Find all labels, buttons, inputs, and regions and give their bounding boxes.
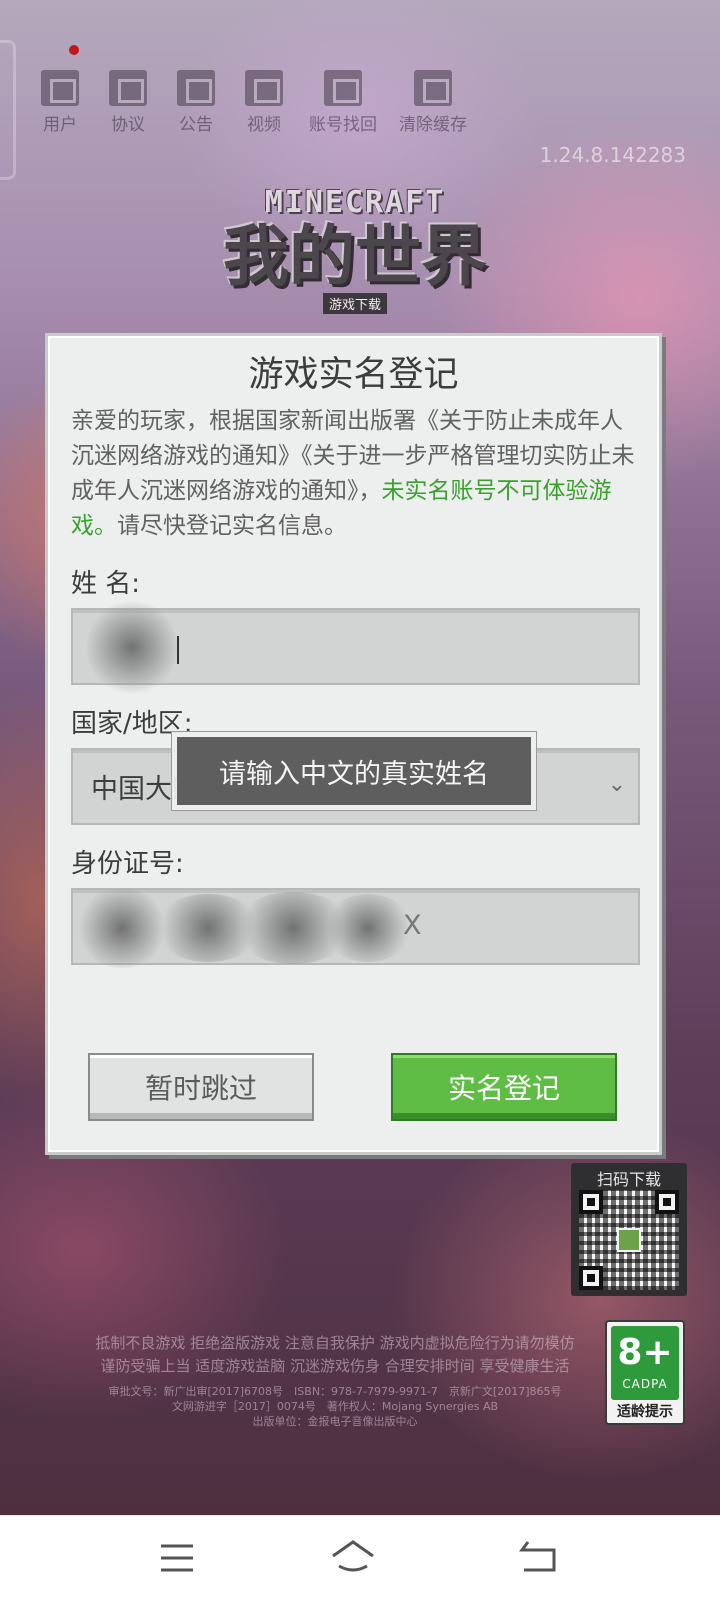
qr-code-image bbox=[579, 1190, 679, 1290]
age-org: CADPA bbox=[622, 1377, 668, 1391]
home-button[interactable] bbox=[328, 1536, 378, 1580]
top-menu-label: 用户 bbox=[43, 115, 77, 135]
age-rating-badge[interactable]: 8+ CADPA 适龄提示 bbox=[605, 1320, 685, 1425]
footer-line: 谨防受骗上当 适度游戏益脑 沉迷游戏伤身 合理安排时间 享受健康生活 bbox=[100, 1357, 570, 1375]
top-menu-user[interactable]: 用户 bbox=[28, 70, 92, 135]
announcement-icon bbox=[177, 70, 215, 106]
top-menu-announcement[interactable]: 公告 bbox=[164, 70, 228, 135]
id-number-input[interactable]: X bbox=[71, 888, 640, 968]
age-rating-panel: 8+ CADPA bbox=[611, 1326, 679, 1400]
system-navigation-bar bbox=[0, 1515, 720, 1600]
toast-text: 请输入中文的真实姓名 bbox=[177, 737, 531, 805]
top-menu-label: 协议 bbox=[111, 115, 145, 135]
top-menu-agreement[interactable]: 协议 bbox=[96, 70, 160, 135]
back-icon bbox=[519, 1541, 556, 1572]
name-label: 姓 名: bbox=[71, 569, 141, 599]
qr-title: 扫码下载 bbox=[596, 1170, 661, 1189]
footer-small-line: 审批文号：新广出审[2017]6708号 ISBN：978-7-7979-997… bbox=[108, 1385, 562, 1398]
side-frame-decoration bbox=[0, 40, 16, 180]
game-logo: MINECRAFT 我的世界 游戏下载 bbox=[200, 185, 510, 335]
qr-finder-pattern bbox=[655, 1190, 679, 1214]
user-icon bbox=[41, 70, 79, 106]
top-menu-label: 账号找回 bbox=[309, 115, 377, 135]
logo-title: 我的世界 bbox=[223, 218, 487, 295]
footer-small-line: 出版单位：金报电子音像出版中心 bbox=[252, 1415, 418, 1428]
dialog-notice: 亲爱的玩家，根据国家新闻出版署《关于防止未成年人沉迷网络游戏的通知》《关于进一步… bbox=[71, 404, 639, 544]
logo-subtitle: 游戏下载 bbox=[322, 293, 387, 314]
top-menu: 用户 协议 公告 视频 账号找回 清除缓存 bbox=[28, 70, 480, 135]
agreement-icon bbox=[109, 70, 147, 106]
top-menu-label: 清除缓存 bbox=[399, 115, 467, 135]
back-button[interactable] bbox=[512, 1536, 562, 1580]
name-input[interactable] bbox=[71, 600, 640, 695]
register-button[interactable]: 实名登记 bbox=[391, 1053, 617, 1121]
notice-text-end: 请尽快登记实名信息。 bbox=[117, 513, 347, 539]
qr-finder-pattern bbox=[579, 1266, 603, 1290]
dialog-title: 游戏实名登记 bbox=[248, 355, 459, 395]
qr-center-logo bbox=[617, 1228, 641, 1252]
top-menu-video[interactable]: 视频 bbox=[232, 70, 296, 135]
toast-message: 请输入中文的真实姓名 bbox=[171, 731, 537, 811]
qr-download-box[interactable]: 扫码下载 bbox=[571, 1163, 687, 1296]
home-icon bbox=[332, 1540, 374, 1572]
legal-footer: 抵制不良游戏 拒绝盗版游戏 注意自我保护 游戏内虚拟危险行为请勿模仿 谨防受骗上… bbox=[60, 1332, 610, 1429]
top-menu-label: 视频 bbox=[247, 115, 281, 135]
age-label: 适龄提示 bbox=[617, 1404, 673, 1420]
text-cursor bbox=[177, 636, 179, 664]
notification-dot bbox=[69, 45, 79, 55]
id-label: 身份证号: bbox=[71, 849, 184, 879]
menu-button[interactable] bbox=[152, 1536, 202, 1580]
footer-small-line: 文网游进字［2017］0074号 著作权人：Mojang Synergies A… bbox=[171, 1400, 499, 1413]
skip-button[interactable]: 暂时跳过 bbox=[88, 1053, 314, 1121]
top-menu-account-recovery[interactable]: 账号找回 bbox=[300, 70, 386, 135]
age-number: 8+ bbox=[617, 1332, 673, 1373]
account-recovery-icon bbox=[324, 70, 362, 106]
clear-cache-icon bbox=[414, 70, 452, 106]
id-visible-tail: X bbox=[403, 910, 422, 941]
top-menu-label: 公告 bbox=[179, 115, 213, 135]
chevron-down-icon: ⌄ bbox=[607, 772, 626, 797]
redacted-name bbox=[87, 600, 177, 695]
top-menu-clear-cache[interactable]: 清除缓存 bbox=[390, 70, 476, 135]
video-icon bbox=[245, 70, 283, 106]
menu-icon bbox=[161, 1544, 193, 1572]
redacted-id-part bbox=[323, 894, 413, 962]
logo-minecraft-text: MINECRAFT bbox=[264, 185, 446, 220]
version-text: 1.24.8.142283 bbox=[539, 143, 686, 167]
footer-line: 抵制不良游戏 拒绝盗版游戏 注意自我保护 游戏内虚拟危险行为请勿模仿 bbox=[95, 1334, 575, 1352]
qr-finder-pattern bbox=[579, 1190, 603, 1214]
